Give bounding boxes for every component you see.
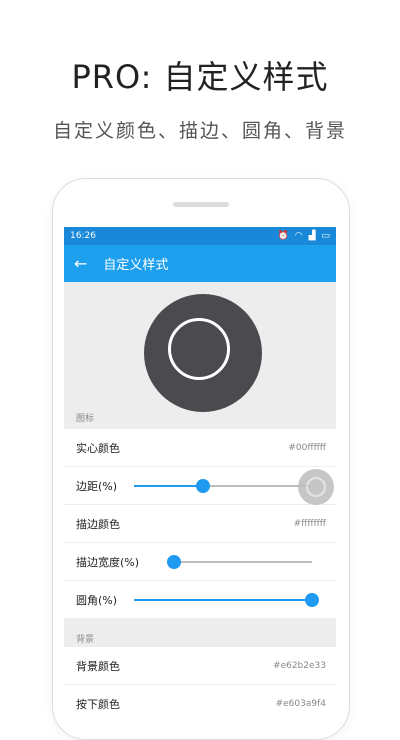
status-icons: ⏰ ◠ ▟ ▭	[277, 231, 330, 241]
stroke-color-label: 描边颜色	[76, 517, 120, 531]
padding-label: 边距(%)	[76, 479, 118, 493]
padding-slider[interactable]	[134, 479, 310, 493]
solid-color-value: #00ffffff	[288, 442, 326, 453]
app-bar: ← 自定义样式	[64, 245, 336, 282]
setting-pressed-color[interactable]: 按下颜色 #e603a9f4	[64, 685, 336, 712]
phone-speaker	[173, 202, 229, 207]
stroke-width-slider[interactable]	[167, 555, 312, 569]
pressed-color-value: #e603a9f4	[275, 698, 326, 709]
padding-slider-fill	[134, 485, 203, 487]
stroke-color-value: #ffffffff	[293, 518, 326, 529]
status-bar: 16:26 ⏰ ◠ ▟ ▭	[64, 227, 336, 245]
solid-color-label: 实心颜色	[76, 441, 120, 455]
promo-headline: PRO: 自定义样式	[71, 58, 329, 96]
touch-ripple	[298, 469, 334, 505]
padding-slider-thumb[interactable]	[195, 479, 210, 493]
section-gap	[64, 619, 336, 629]
preview-ring-icon	[168, 318, 230, 380]
stroke-width-slider-thumb[interactable]	[167, 555, 182, 569]
promo-subheadline: 自定义颜色、描边、圆角、背景	[52, 120, 347, 142]
corner-slider-thumb[interactable]	[305, 593, 319, 607]
setting-solid-color[interactable]: 实心颜色 #00ffffff	[64, 429, 336, 467]
stroke-width-label: 描边宽度(%)	[76, 555, 140, 569]
status-time: 16:26	[70, 231, 96, 241]
icon-preview	[64, 282, 336, 412]
setting-stroke-color[interactable]: 描边颜色 #ffffffff	[64, 505, 336, 543]
section-header-background: 背景	[64, 629, 336, 647]
pressed-color-label: 按下颜色	[76, 697, 120, 711]
bg-color-value: #e62b2e33	[273, 660, 326, 671]
setting-stroke-width: 描边宽度(%)	[64, 543, 336, 581]
corner-slider-fill	[134, 599, 312, 601]
corner-slider[interactable]	[134, 593, 319, 607]
wifi-icon: ◠	[294, 231, 303, 241]
alarm-icon: ⏰	[277, 231, 289, 241]
setting-corner: 圆角(%)	[64, 581, 336, 619]
phone-screen: 16:26 ⏰ ◠ ▟ ▭ ← 自定义样式 图标 实心颜色 #00ffffff …	[64, 227, 336, 712]
setting-padding: 边距(%)	[64, 467, 336, 505]
signal-icon: ▟	[308, 231, 316, 241]
setting-background-color[interactable]: 背景颜色 #e62b2e33	[64, 647, 336, 685]
corner-label: 圆角(%)	[76, 593, 118, 607]
bg-color-label: 背景颜色	[76, 659, 120, 673]
back-arrow-icon[interactable]: ←	[74, 254, 87, 273]
battery-icon: ▭	[321, 231, 330, 241]
app-bar-title: 自定义样式	[103, 258, 169, 273]
